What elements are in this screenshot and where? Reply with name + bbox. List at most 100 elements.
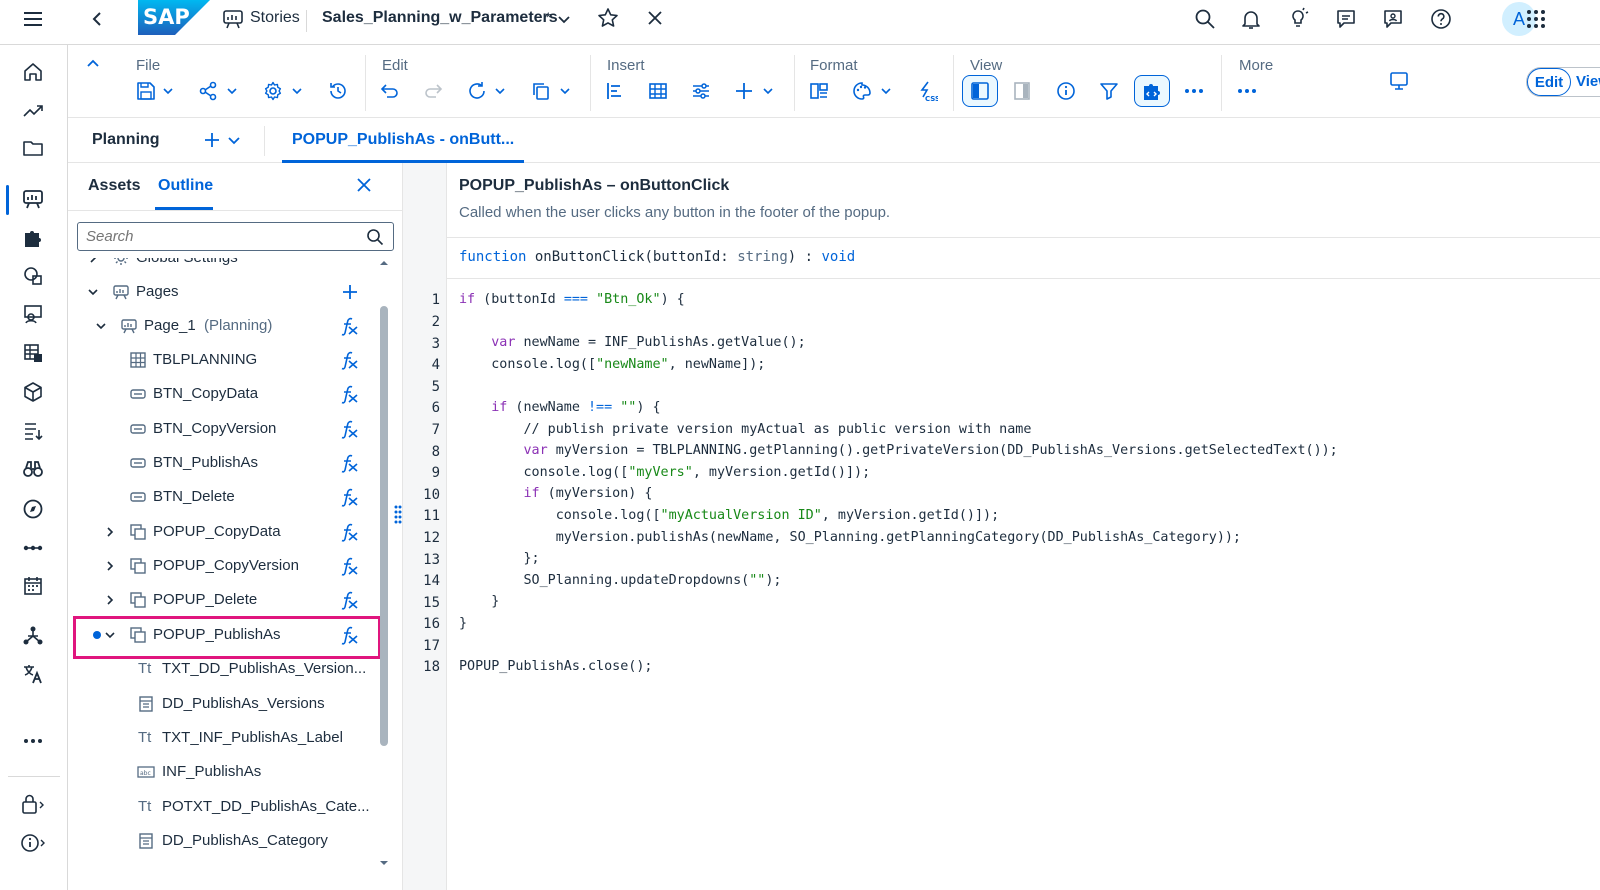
- save-menu-chevron-down-icon[interactable]: [162, 85, 174, 97]
- save-icon[interactable]: [134, 79, 158, 103]
- code-line-7[interactable]: // publish private version myActual as p…: [459, 422, 1031, 437]
- outline-search-field[interactable]: [77, 222, 394, 251]
- models-cube-icon[interactable]: [20, 379, 46, 405]
- tree-item-inf-publishas[interactable]: abc INF_PublishAs: [68, 755, 390, 789]
- analytic-application-icon[interactable]: [20, 225, 46, 251]
- edit-scripts-fx-icon[interactable]: [340, 453, 360, 473]
- tree-item-btn-copyversion[interactable]: BTN_CopyVersion: [68, 412, 390, 446]
- tree-item-dd-publishas-versions[interactable]: DD_PublishAs_Versions: [68, 687, 390, 721]
- back-icon[interactable]: [88, 9, 108, 29]
- code-line-12[interactable]: myVersion.publishAs(newName, SO_Planning…: [459, 530, 1241, 545]
- code-line-15[interactable]: }: [459, 594, 499, 609]
- insert-chart-icon[interactable]: [603, 79, 627, 103]
- undo-icon[interactable]: [378, 79, 402, 103]
- presentation-icon[interactable]: [20, 301, 46, 327]
- edit-scripts-fx-icon[interactable]: [340, 384, 360, 404]
- insert-table-icon[interactable]: [646, 79, 670, 103]
- collaboration-icon[interactable]: [1382, 8, 1404, 30]
- tree-item-btn-delete[interactable]: BTN_Delete: [68, 480, 390, 514]
- edit-scripts-fx-icon[interactable]: [340, 590, 360, 610]
- tree-item-global-settings[interactable]: Global Settings: [68, 258, 390, 275]
- connections-icon[interactable]: [20, 535, 46, 561]
- code-line-16[interactable]: }: [459, 616, 467, 631]
- tab-assets[interactable]: Assets: [88, 177, 140, 195]
- edit-scripts-fx-icon[interactable]: [340, 350, 360, 370]
- code-line-6[interactable]: if (newName !== "") {: [459, 400, 660, 415]
- code-line-3[interactable]: var newName = INF_PublishAs.getValue();: [459, 335, 805, 350]
- code-line-1[interactable]: if (buttonId === "Btn_Ok") {: [459, 292, 685, 307]
- tab-outline[interactable]: Outline: [158, 177, 213, 195]
- css-icon[interactable]: CSS: [915, 79, 939, 103]
- search-icon[interactable]: [366, 228, 384, 246]
- left-side-panel-icon[interactable]: [968, 79, 992, 103]
- expand-chevron-right-icon[interactable]: [104, 526, 116, 538]
- tree-item-popup-copyversion[interactable]: POPUP_CopyVersion: [68, 549, 390, 583]
- story-title[interactable]: Sales_Planning_w_Parameters: [322, 9, 558, 27]
- script-editor-tab[interactable]: POPUP_PublishAs - onButt...: [282, 118, 525, 163]
- code-line-18[interactable]: POPUP_PublishAs.close();: [459, 659, 652, 674]
- edit-mode-button[interactable]: Edit: [1527, 68, 1571, 96]
- folder-icon[interactable]: [20, 135, 46, 161]
- more-ellipsis-icon[interactable]: [1235, 79, 1259, 103]
- system-info-icon[interactable]: [20, 830, 46, 856]
- right-side-panel-icon[interactable]: [1010, 79, 1034, 103]
- view-mode-button[interactable]: View: [1576, 68, 1600, 96]
- scroll-up-arrow-icon[interactable]: [379, 258, 389, 268]
- tree-item-tblplanning[interactable]: TBLPLANNING: [68, 343, 390, 377]
- translation-icon[interactable]: [20, 661, 46, 687]
- expand-chevron-down-icon[interactable]: [95, 320, 107, 332]
- add-page-plus-icon[interactable]: [340, 282, 360, 302]
- insert-add-icon[interactable]: [732, 79, 756, 103]
- theme-palette-icon[interactable]: [850, 79, 874, 103]
- settings-menu-chevron-down-icon[interactable]: [291, 85, 303, 97]
- stories-nav-icon[interactable]: [20, 186, 46, 212]
- feedback-chat-icon[interactable]: [1335, 8, 1357, 30]
- close-panel-icon[interactable]: [356, 177, 372, 193]
- drag-handle-grip-icon[interactable]: [393, 503, 403, 527]
- edit-scripts-fx-icon[interactable]: [340, 419, 360, 439]
- close-icon[interactable]: [646, 9, 664, 27]
- copy-menu-chevron-down-icon[interactable]: [559, 85, 571, 97]
- insert-menu-chevron-down-icon[interactable]: [762, 85, 774, 97]
- code-line-11[interactable]: console.log(["myActualVersion ID", myVer…: [459, 508, 999, 523]
- view-overflow-ellipsis-icon[interactable]: [1182, 79, 1206, 103]
- expand-chevron-right-icon[interactable]: [104, 560, 116, 572]
- edit-scripts-fx-icon[interactable]: [340, 316, 360, 336]
- code-line-9[interactable]: console.log(["myVers", myVersion.getId()…: [459, 465, 870, 480]
- tree-item-page-1[interactable]: Page_1 (Planning): [68, 309, 390, 343]
- help-icon[interactable]: [1430, 8, 1452, 30]
- calendar-icon[interactable]: [20, 573, 46, 599]
- scroll-down-arrow-icon[interactable]: [379, 858, 389, 868]
- code-line-10[interactable]: if (myVersion) {: [459, 486, 652, 501]
- datasets-icon[interactable]: [20, 340, 46, 366]
- expand-chevron-right-icon[interactable]: [87, 258, 99, 264]
- notifications-bell-icon[interactable]: [1240, 8, 1262, 30]
- theme-menu-chevron-down-icon[interactable]: [880, 85, 892, 97]
- predictive-scenarios-icon[interactable]: [20, 622, 46, 648]
- page-menu-chevron-down-icon[interactable]: [227, 133, 241, 147]
- security-lock-icon[interactable]: [20, 791, 46, 817]
- settings-gear-icon[interactable]: [261, 79, 285, 103]
- tree-item-pages[interactable]: Pages: [68, 275, 390, 309]
- copy-icon[interactable]: [529, 79, 553, 103]
- search-icon[interactable]: [1194, 8, 1216, 30]
- code-line-13[interactable]: };: [459, 551, 539, 566]
- home-icon[interactable]: [20, 59, 46, 85]
- outline-search-input[interactable]: [86, 228, 356, 245]
- share-icon[interactable]: [196, 79, 220, 103]
- tree-item-txt-inf-publishas-label[interactable]: Tt TXT_INF_PublishAs_Label: [68, 721, 390, 755]
- scripting-puzzle-icon[interactable]: [1140, 79, 1164, 103]
- trend-icon[interactable]: [20, 97, 46, 123]
- product-switch-grid-icon[interactable]: [1525, 8, 1547, 30]
- compass-icon[interactable]: [20, 496, 46, 522]
- layout-icon[interactable]: [807, 79, 831, 103]
- edit-scripts-fx-icon[interactable]: [340, 522, 360, 542]
- chevron-down-icon[interactable]: [557, 12, 571, 26]
- ideas-lightbulb-icon[interactable]: [1287, 7, 1309, 29]
- code-line-4[interactable]: console.log(["newName", newName]);: [459, 357, 765, 372]
- filter-icon[interactable]: [1097, 79, 1121, 103]
- present-monitor-icon[interactable]: [1388, 70, 1410, 92]
- tree-item-potxt-dd-publishas-category[interactable]: Tt POTXT_DD_PublishAs_Cate...: [68, 790, 390, 824]
- insert-input-control-icon[interactable]: [689, 79, 713, 103]
- panel-splitter[interactable]: [394, 163, 447, 890]
